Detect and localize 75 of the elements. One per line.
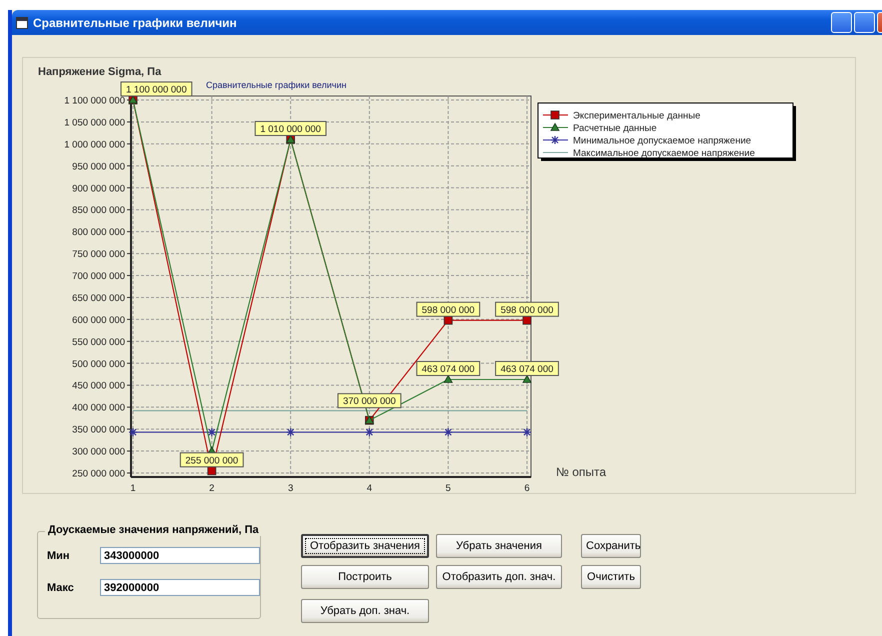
tick-label: 650 000 000: [72, 292, 125, 304]
field-label: Мин: [47, 550, 71, 562]
data-point: [444, 428, 453, 437]
annotation: 463 074 000: [422, 364, 475, 375]
window-icon: [16, 16, 28, 28]
tick-label: 950 000 000: [72, 161, 125, 172]
tick-label: 1 000 000 000: [64, 139, 125, 150]
tick-label: 2: [209, 483, 214, 493]
axis-title: Напряжение Sigma, Па: [38, 66, 162, 78]
action-button[interactable]: Построить: [301, 565, 429, 589]
tick-label: 850 000 000: [72, 205, 125, 216]
chart-title: Сравнительные графики величин: [206, 80, 346, 90]
tick-label: 750 000 000: [72, 249, 125, 260]
field-label: Макс: [47, 582, 75, 594]
tick-label: 3: [288, 483, 294, 493]
action-button[interactable]: Отобразить доп. знач.: [436, 565, 562, 589]
tick-label: 1 100 000 000: [64, 96, 125, 106]
value-label: 1 010 000 000: [254, 121, 326, 136]
minimize-button[interactable]: [831, 12, 852, 33]
tick-label: 450 000 000: [72, 380, 125, 392]
data-point: [522, 428, 532, 437]
value-label: 255 000 000: [180, 452, 244, 468]
action-button[interactable]: Убрать значения: [436, 534, 562, 558]
data-point: [444, 316, 453, 325]
window-title: Сравнительные графики величин: [33, 16, 238, 30]
legend-symbol-icon: [543, 135, 568, 145]
legend-label: Минимальное допускаемое напряжение: [573, 136, 752, 146]
axis-title: № опыта: [556, 465, 606, 479]
tick-label: 350 000 000: [72, 424, 125, 436]
tick-label: 900 000 000: [72, 183, 125, 194]
value-label: 370 000 000: [337, 393, 402, 408]
annotation: 370 000 000: [342, 396, 396, 408]
action-button[interactable]: Сохранить: [581, 534, 641, 558]
annotation: 463 074 000: [500, 364, 554, 375]
data-point: [286, 428, 296, 437]
tick-label: 4: [366, 483, 372, 493]
data-point: [128, 428, 138, 437]
legend-label: Экспериментальные данные: [573, 110, 700, 122]
tick-label: 500 000 000: [72, 358, 125, 370]
legend-symbol-icon: [543, 110, 568, 120]
group-title: Доускаемые значения напряжений, Па: [45, 524, 262, 536]
tick-label: 400 000 000: [72, 402, 125, 414]
action-button[interactable]: Убрать доп. знач.: [301, 599, 429, 623]
value-label: 463 074 000: [495, 361, 559, 376]
legend-symbol-icon: [543, 122, 568, 131]
annotation: 598 000 000: [422, 304, 475, 316]
tick-label: 1: [130, 483, 136, 493]
tick-label: 5: [446, 483, 451, 493]
tick-label: 300 000 000: [72, 446, 125, 458]
tick-label: 700 000 000: [72, 271, 125, 282]
value-label: 1 100 000 000: [120, 82, 192, 96]
value-label: 598 000 000: [416, 302, 480, 317]
legend-label: Максимальное допускаемое напряжение: [573, 148, 755, 159]
data-point: [207, 428, 216, 437]
data-point: [522, 316, 532, 325]
value-label: 598 000 000: [495, 302, 559, 317]
input-field[interactable]: 392000000: [100, 579, 260, 596]
annotation: 255 000 000: [185, 455, 238, 466]
tick-label: 550 000 000: [72, 336, 125, 348]
annotation: 598 000 000: [500, 304, 554, 316]
tick-label: 600 000 000: [72, 314, 125, 326]
legend-label: Расчетные данные: [573, 123, 657, 134]
annotation: 1 100 000 000: [126, 84, 187, 96]
action-button[interactable]: Отобразить значения: [301, 534, 429, 558]
input-field[interactable]: 343000000: [100, 547, 260, 564]
annotation: 1 010 000 000: [260, 124, 321, 135]
tick-label: 250 000 000: [72, 468, 125, 480]
value-label: 463 074 000: [416, 361, 480, 376]
data-point: [207, 466, 216, 476]
data-point: [364, 428, 374, 437]
action-button[interactable]: Очистить: [581, 565, 641, 589]
tick-label: 800 000 000: [72, 227, 125, 238]
tick-label: 6: [524, 483, 530, 493]
tick-label: 1 050 000 000: [64, 117, 125, 128]
maximize-button[interactable]: [854, 12, 875, 33]
